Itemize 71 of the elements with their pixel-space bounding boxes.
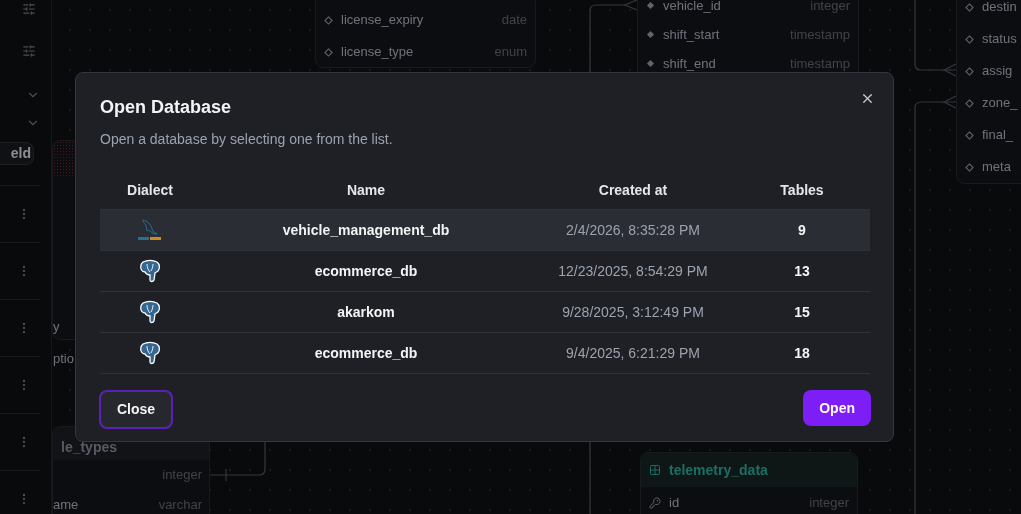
field-name: ptio [53, 350, 74, 369]
field-name: final_ [982, 126, 1014, 145]
close-button[interactable]: Close [99, 390, 174, 429]
table-count: 18 [793, 343, 811, 363]
table-count: 9 [797, 220, 807, 240]
field-type: enum [494, 43, 527, 62]
table-count: 15 [793, 302, 811, 322]
database-name: ecommerce_db [313, 343, 419, 363]
open-button[interactable]: Open [803, 390, 871, 426]
database-name: ecommerce_db [313, 261, 419, 281]
close-icon[interactable] [860, 91, 875, 106]
settings-icon[interactable] [22, 2, 36, 16]
field-name: zone_ [982, 94, 1018, 113]
database-name: akarkom [336, 302, 396, 322]
connector-line [209, 440, 266, 482]
field-name: y [53, 318, 60, 337]
field-type: integer [809, 494, 849, 513]
column-header: Created at [597, 181, 669, 200]
field-button[interactable]: eld [0, 142, 34, 165]
dialog-title: Open Database [100, 96, 233, 119]
table-name: telemetry_data [669, 460, 768, 480]
diamond-icon [965, 98, 974, 108]
field-name: ame [53, 496, 79, 514]
diamond-icon [646, 1, 655, 10]
database-row[interactable]: akarkom 9/28/2025, 3:12:49 PM 15 [100, 292, 870, 333]
field-name: status [982, 30, 1017, 49]
field-name: shift_start [663, 25, 720, 44]
diamond-icon [965, 162, 974, 172]
key-icon [649, 497, 661, 509]
table-icon [649, 464, 661, 476]
database-row[interactable]: vehicle_management_db 2/4/2026, 8:35:28 PM 9 [100, 210, 870, 251]
diamond-icon [965, 130, 974, 140]
database-row[interactable]: ecommerce_db 9/4/2025, 6:21:29 PM 18 [100, 333, 870, 374]
diamond-icon [965, 34, 974, 44]
dolphin-logo-icon [137, 218, 163, 242]
field-name: destin [982, 0, 1017, 17]
diamond-icon [324, 47, 333, 57]
field-type: date [501, 11, 527, 30]
field-name: license_expiry [341, 11, 424, 30]
elephant-logo-icon [138, 300, 162, 324]
field-type: integer [162, 466, 202, 485]
field-name: meta [982, 158, 1011, 177]
field-name: assig [982, 62, 1013, 81]
field-name: vehicle_id [663, 0, 721, 15]
elephant-logo-icon [138, 259, 162, 283]
field-type: timestamp [790, 54, 850, 73]
diamond-icon [965, 2, 974, 12]
table-count: 13 [793, 261, 811, 281]
diamond-icon [646, 59, 655, 68]
database-name: vehicle_management_db [281, 220, 451, 240]
diamond-icon [965, 66, 974, 76]
created-date: 12/23/2025, 8:54:29 PM [557, 261, 709, 281]
settings-icon[interactable] [22, 44, 36, 58]
field-name: shift_end [663, 54, 716, 73]
diamond-icon [324, 15, 333, 25]
field-type: timestamp [790, 25, 850, 44]
column-header: Name [345, 181, 387, 200]
created-date: 2/4/2026, 8:35:28 PM [565, 220, 701, 240]
field-type: integer [810, 0, 850, 15]
dialog-description: Open a database by selecting one from the list. [100, 130, 394, 149]
created-date: 9/28/2025, 3:12:49 PM [561, 302, 705, 322]
table-name: le_types [61, 438, 118, 457]
field-name: id [669, 494, 680, 513]
database-row[interactable]: ecommerce_db 12/23/2025, 8:54:29 PM 13 [100, 251, 870, 292]
column-header: Dialect [126, 181, 174, 200]
column-header: Tables [779, 181, 825, 200]
elephant-logo-icon [138, 341, 162, 365]
created-date: 9/4/2025, 6:21:29 PM [565, 343, 701, 363]
diamond-icon [646, 30, 655, 39]
field-type: varchar [158, 496, 202, 514]
field-name: license_type [341, 43, 414, 62]
